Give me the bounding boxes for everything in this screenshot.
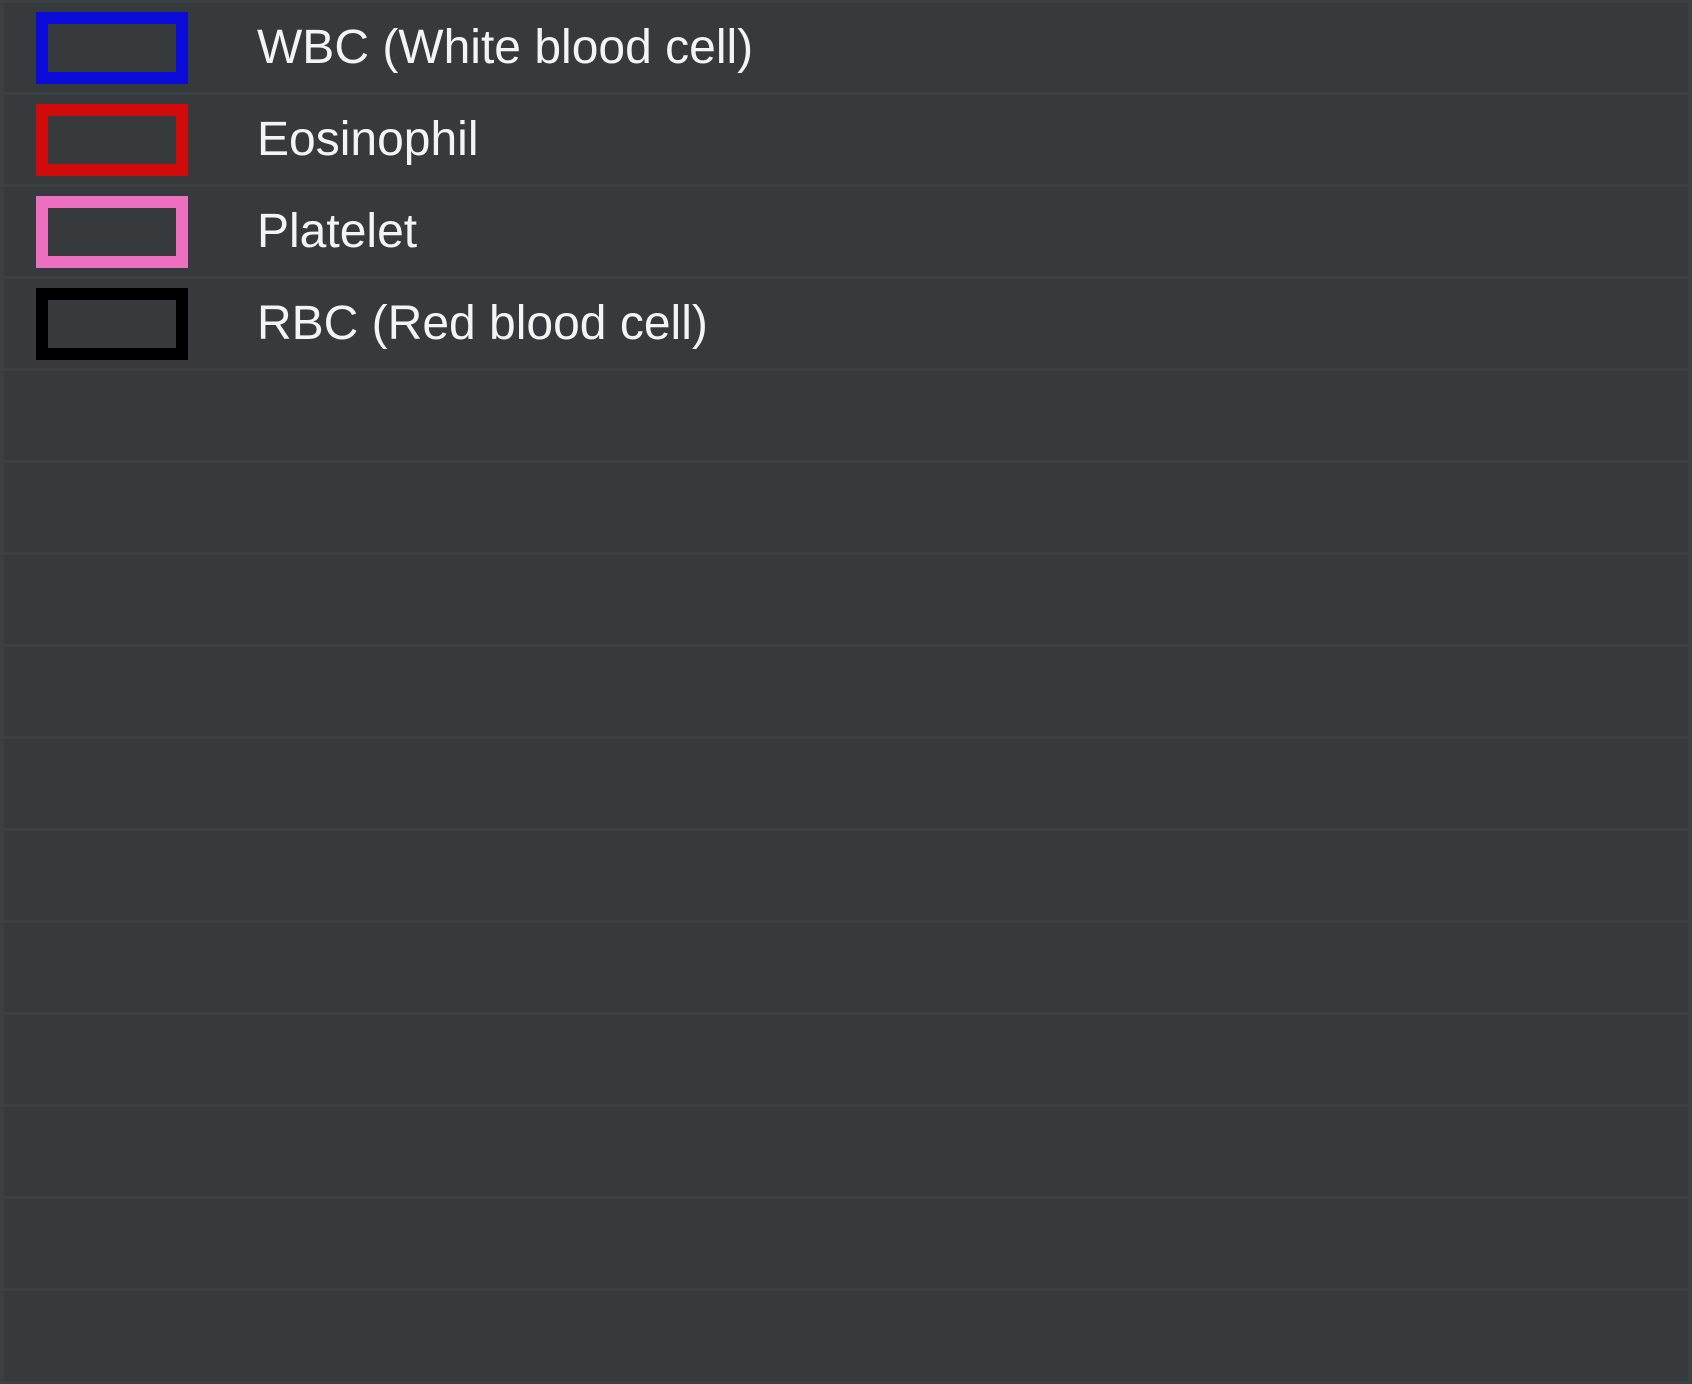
label-legend-panel: WBC (White blood cell) Eosinophil Platel… <box>0 0 1692 1384</box>
empty-legend-row <box>4 1015 1688 1104</box>
empty-legend-row <box>4 463 1688 552</box>
empty-legend-row <box>4 371 1688 460</box>
rbc-label: RBC (Red blood cell) <box>257 297 708 350</box>
empty-legend-row <box>4 1291 1688 1381</box>
legend-row-eosinophil[interactable]: Eosinophil <box>4 95 1688 184</box>
empty-legend-row <box>4 831 1688 920</box>
legend-row-wbc[interactable]: WBC (White blood cell) <box>4 3 1688 92</box>
empty-legend-row <box>4 739 1688 828</box>
legend-row-platelet[interactable]: Platelet <box>4 187 1688 276</box>
wbc-color-swatch[interactable] <box>36 12 188 84</box>
eosinophil-color-swatch[interactable] <box>36 104 188 176</box>
platelet-color-swatch[interactable] <box>36 196 188 268</box>
empty-legend-row <box>4 647 1688 736</box>
empty-legend-row <box>4 923 1688 1012</box>
rbc-color-swatch[interactable] <box>36 288 188 360</box>
wbc-label: WBC (White blood cell) <box>257 21 754 74</box>
empty-legend-row <box>4 1199 1688 1288</box>
legend-row-rbc[interactable]: RBC (Red blood cell) <box>4 279 1688 368</box>
empty-legend-row <box>4 1107 1688 1196</box>
platelet-label: Platelet <box>257 205 418 258</box>
eosinophil-label: Eosinophil <box>257 113 479 166</box>
empty-legend-row <box>4 555 1688 644</box>
